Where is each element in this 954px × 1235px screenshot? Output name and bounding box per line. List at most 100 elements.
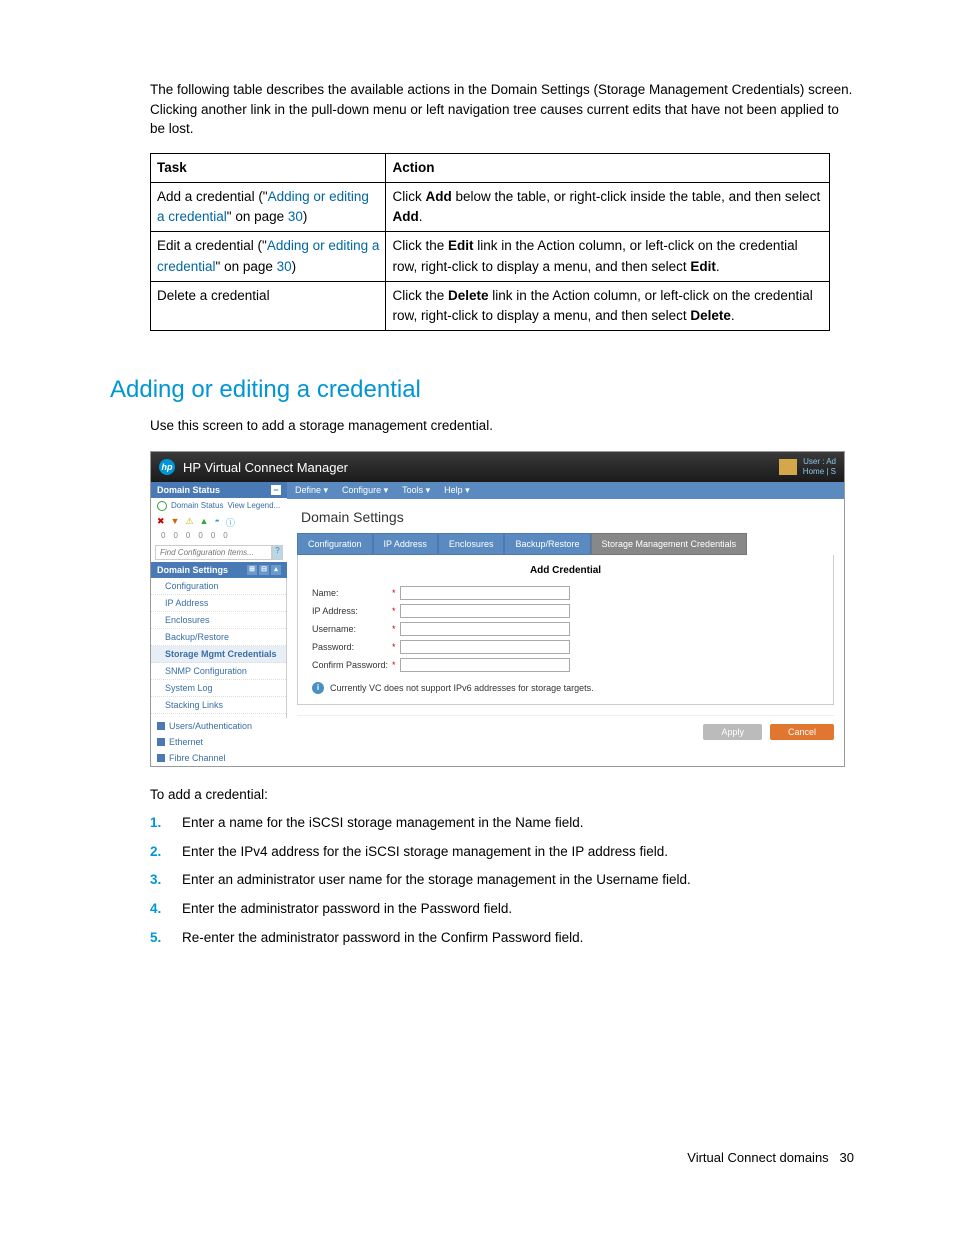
up-icon[interactable]: ▴ [271, 565, 281, 575]
menu-configure[interactable]: Configure ▾ [342, 485, 388, 496]
count: 0 [198, 531, 202, 540]
bold: Delete [690, 308, 731, 323]
info-icon: i [312, 682, 324, 694]
required-icon: * [392, 606, 396, 616]
main-content: Define ▾ Configure ▾ Tools ▾ Help ▾ Doma… [287, 482, 844, 766]
table-row: Add a credential ("Adding or editing a c… [151, 182, 830, 232]
required-icon: * [392, 642, 396, 652]
menu-tools[interactable]: Tools ▾ [402, 485, 430, 496]
collapse-icon[interactable]: − [271, 485, 281, 495]
step-item: Enter a name for the iSCSI storage manag… [150, 814, 854, 833]
sidebar-item-system-log[interactable]: System Log [151, 680, 286, 697]
view-legend-link[interactable]: View Legend... [227, 501, 280, 510]
action-cell: Click the Edit link in the Action column… [386, 232, 830, 282]
domain-status-link[interactable]: Domain Status [171, 501, 223, 510]
error-icon: ✖ [157, 516, 165, 529]
text: below the table, or right-click inside t… [452, 189, 820, 204]
ip-label: IP Address: [312, 606, 392, 616]
sidebar-item-snmp-configuration[interactable]: SNMP Configuration [151, 663, 286, 680]
sidebar-item-configuration[interactable]: Configuration [151, 578, 286, 595]
text: ) [303, 209, 308, 224]
count: 0 [211, 531, 215, 540]
username-label: Username: [312, 624, 392, 634]
sidebar-item-backup-restore[interactable]: Backup/Restore [151, 629, 286, 646]
count: 0 [186, 531, 190, 540]
info-icon: ⓘ [226, 516, 235, 529]
home-icon[interactable] [779, 459, 797, 475]
page-footer: Virtual Connect domains 30 [687, 1150, 854, 1165]
bold: Delete [448, 288, 489, 303]
username-field[interactable] [400, 622, 570, 636]
status-icons-row: ✖ ▼ ⚠ ▲ ◓ ⓘ [151, 514, 287, 531]
expand-square-icon [157, 738, 165, 746]
confirm-password-field[interactable] [400, 658, 570, 672]
steps-list: Enter a name for the iSCSI storage manag… [150, 814, 854, 948]
search-help-icon[interactable]: ? [272, 545, 283, 560]
page-link[interactable]: 30 [288, 209, 303, 224]
text: . [716, 259, 720, 274]
table-row: Delete a credential Click the Delete lin… [151, 281, 830, 331]
section-heading: Adding or editing a credential [110, 376, 854, 404]
text: . [419, 209, 423, 224]
label: Ethernet [169, 737, 203, 747]
count: 0 [173, 531, 177, 540]
menu-help[interactable]: Help ▾ [444, 485, 470, 496]
user-info: User : Ad Home | S [803, 457, 836, 476]
tab-enclosures[interactable]: Enclosures [438, 533, 505, 555]
step-item: Enter an administrator user name for the… [150, 871, 854, 890]
required-icon: * [392, 588, 396, 598]
required-icon: * [392, 660, 396, 670]
status-counts: 0 0 0 0 0 0 [151, 531, 287, 543]
sidebar-item-ethernet[interactable]: Ethernet [151, 734, 287, 750]
menu-define[interactable]: Define ▾ [295, 485, 328, 496]
sidebar-item-users-authentication[interactable]: Users/Authentication [151, 718, 287, 734]
cancel-button[interactable]: Cancel [770, 724, 834, 740]
confirm-password-label: Confirm Password: [312, 660, 392, 670]
sidebar-item-ip-address[interactable]: IP Address [151, 595, 286, 612]
tab-backup-restore[interactable]: Backup/Restore [504, 533, 590, 555]
step-item: Re-enter the administrator password in t… [150, 929, 854, 948]
sidebar-domain-settings-header[interactable]: Domain Settings ⊞ ⊟ ▴ [151, 562, 287, 578]
sidebar-nav-tree: Configuration IP Address Enclosures Back… [151, 578, 287, 718]
sidebar-item-storage-mgmt-credentials[interactable]: Storage Mgmt Credentials [151, 646, 286, 663]
collapse-icon[interactable]: ⊟ [259, 565, 269, 575]
text: Edit a credential (" [157, 238, 267, 253]
action-cell: Click Add below the table, or right-clic… [386, 182, 830, 232]
text: " on page [227, 209, 288, 224]
home-line: Home | S [803, 467, 836, 477]
ip-field[interactable] [400, 604, 570, 618]
header-label: Domain Settings [157, 565, 228, 575]
apply-button[interactable]: Apply [703, 724, 762, 740]
name-field[interactable] [400, 586, 570, 600]
add-credential-panel: Add Credential Name:* IP Address:* Usern… [297, 555, 834, 705]
heading-description: Use this screen to add a storage managem… [150, 418, 854, 433]
tab-ip-address[interactable]: IP Address [373, 533, 438, 555]
tab-configuration[interactable]: Configuration [297, 533, 373, 555]
tabs: Configuration IP Address Enclosures Back… [297, 533, 834, 555]
sidebar-item-fibre-channel[interactable]: Fibre Channel [151, 750, 287, 766]
expand-icon[interactable]: ⊞ [247, 565, 257, 575]
text: Click [392, 189, 425, 204]
task-cell: Edit a credential ("Adding or editing a … [151, 232, 386, 282]
step-item: Enter the IPv4 address for the iSCSI sto… [150, 843, 854, 862]
th-action: Action [386, 153, 830, 182]
tab-storage-management-credentials[interactable]: Storage Management Credentials [591, 533, 748, 555]
refresh-icon[interactable] [157, 501, 167, 511]
table-row: Edit a credential ("Adding or editing a … [151, 232, 830, 282]
sidebar-item-stacking-links[interactable]: Stacking Links [151, 697, 286, 714]
text: Add a credential (" [157, 189, 268, 204]
sidebar-item-enclosures[interactable]: Enclosures [151, 612, 286, 629]
search-input[interactable] [155, 545, 272, 560]
task-action-table: Task Action Add a credential ("Adding or… [150, 153, 830, 332]
th-task: Task [151, 153, 386, 182]
label: Fibre Channel [169, 753, 226, 763]
critical-icon: ▼ [171, 516, 180, 529]
password-field[interactable] [400, 640, 570, 654]
expand-square-icon [157, 754, 165, 762]
bold: Edit [448, 238, 474, 253]
page-link[interactable]: 30 [277, 259, 292, 274]
password-label: Password: [312, 642, 392, 652]
add-credential-intro: To add a credential: [150, 787, 854, 802]
sidebar-domain-status-header[interactable]: Domain Status − [151, 482, 287, 498]
expand-square-icon [157, 722, 165, 730]
